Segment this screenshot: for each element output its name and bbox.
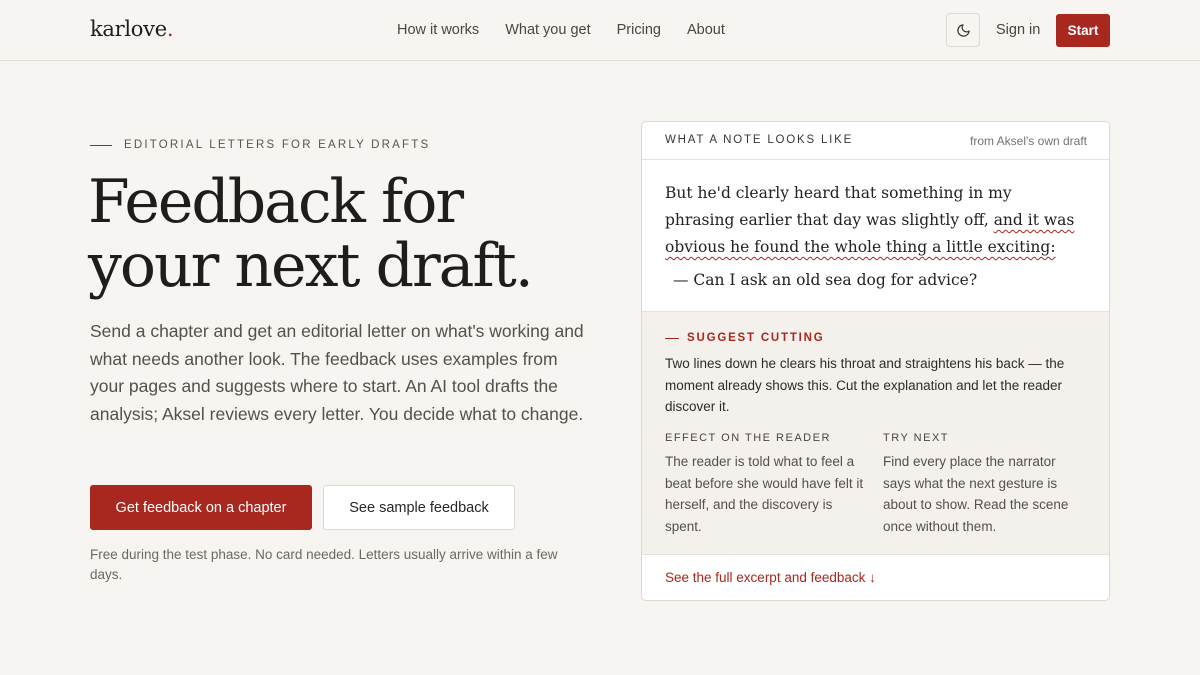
site-header: karlove. How it works What you get Prici… [0, 0, 1200, 61]
note-columns: EFFECT ON THE READER The reader is told … [665, 432, 1101, 537]
sample-note-card: WHAT A NOTE LOOKS LIKE from Aksel's own … [641, 121, 1110, 601]
effect-title: EFFECT ON THE READER [665, 432, 831, 444]
nav-what-you-get[interactable]: What you get [505, 22, 590, 38]
hero-title: Feedback for your next draft. [88, 170, 628, 298]
card-footer: See the full excerpt and feedback ↓ [642, 555, 1109, 600]
theme-toggle-button[interactable] [946, 13, 980, 47]
try-column: TRY NEXT Find every place the narrator s… [883, 432, 1101, 537]
start-button[interactable]: Start [1056, 14, 1110, 47]
logo-dot: . [166, 17, 174, 41]
nav-about[interactable]: About [687, 22, 725, 38]
try-title: TRY NEXT [883, 432, 949, 444]
full-excerpt-link[interactable]: See the full excerpt and feedback ↓ [665, 570, 876, 585]
effect-body: The reader is told what to feel a beat b… [665, 454, 864, 534]
note-tag-text: SUGGEST CUTTING [687, 332, 825, 344]
nav-how-it-works[interactable]: How it works [397, 22, 479, 38]
hero-eyebrow: EDITORIAL LETTERS FOR EARLY DRAFTS [90, 139, 430, 151]
excerpt: But he'd clearly heard that something in… [642, 160, 1109, 312]
moon-icon [956, 23, 970, 37]
eyebrow-rule [90, 144, 112, 146]
excerpt-dialogue: — Can I ask an old sea dog for advice? [673, 271, 978, 289]
effect-column: EFFECT ON THE READER The reader is told … [665, 432, 883, 537]
card-header: WHAT A NOTE LOOKS LIKE from Aksel's own … [642, 122, 1109, 160]
note-panel: SUGGEST CUTTING Two lines down he clears… [642, 312, 1109, 555]
eyebrow-text: EDITORIAL LETTERS FOR EARLY DRAFTS [124, 139, 431, 151]
sign-in-link[interactable]: Sign in [996, 22, 1040, 38]
nav-pricing[interactable]: Pricing [617, 22, 661, 38]
hero-lede: Send a chapter and get an editorial lett… [90, 321, 584, 424]
card-label: WHAT A NOTE LOOKS LIKE [665, 134, 854, 146]
note-tag-rule [665, 337, 679, 339]
logo-text: karlove [90, 17, 167, 41]
hero-title-line-1: Feedback for [88, 167, 464, 237]
note-body: Two lines down he clears his throat and … [665, 356, 1065, 414]
logo[interactable]: karlove. [90, 17, 174, 41]
main-nav: How it works What you get Pricing About [397, 22, 751, 38]
card-source: from Aksel's own draft [970, 134, 1087, 148]
hero-title-line-2: your next draft. [88, 231, 534, 301]
get-feedback-button[interactable]: Get feedback on a chapter [90, 485, 312, 530]
see-sample-button[interactable]: See sample feedback [323, 485, 515, 530]
excerpt-plain: But he'd clearly heard that something in… [665, 184, 1012, 229]
try-body: Find every place the narrator says what … [883, 454, 1069, 534]
note-tag: SUGGEST CUTTING [665, 332, 1085, 344]
fineprint: Free during the test phase. No card need… [90, 547, 558, 582]
